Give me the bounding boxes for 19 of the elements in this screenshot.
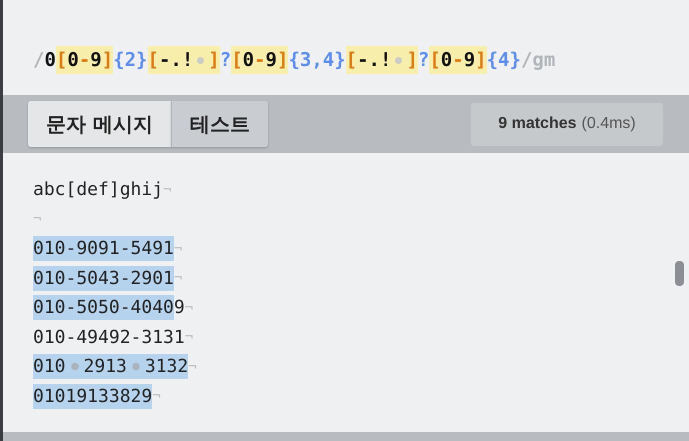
line-end-marker: ¬ xyxy=(174,270,182,286)
line-end-marker: ¬ xyxy=(152,388,161,404)
tab[interactable]: 문자 메시지 xyxy=(28,101,171,147)
text-line: 9 xyxy=(174,296,185,320)
line-end-marker: ¬ xyxy=(163,182,172,198)
tab[interactable]: 테스트 xyxy=(170,101,268,147)
line-end-marker: ¬ xyxy=(33,211,42,228)
space-marker-icon xyxy=(197,56,204,64)
match-count-badge: 9 matches (0.4ms) xyxy=(471,102,663,146)
line-end-marker: ¬ xyxy=(174,240,182,257)
space-marker-icon xyxy=(395,56,402,64)
line-end-marker: ¬ xyxy=(184,300,194,316)
expression-field[interactable]: /0[0-9]{2}[-.! ]?[0-9]{3,4}[-.! ]?[0-9]{4}/gm xyxy=(33,46,556,74)
line-end-marker: ¬ xyxy=(188,358,197,375)
text-panel[interactable]: abc[def]ghij¬ ¬ 010-9091-5491¬ 010-5043-2901¬ 010-5050-40409¬ 010-49492-3131¬ 010 2913 3132¬ 01019133829¬ xyxy=(3,153,689,432)
text-line: abc[def]ghij xyxy=(33,178,164,202)
line-end-marker: ¬ xyxy=(184,329,194,346)
text-line: 010-49492-3131 xyxy=(33,326,185,350)
scrollbar-thumb[interactable] xyxy=(675,261,684,286)
